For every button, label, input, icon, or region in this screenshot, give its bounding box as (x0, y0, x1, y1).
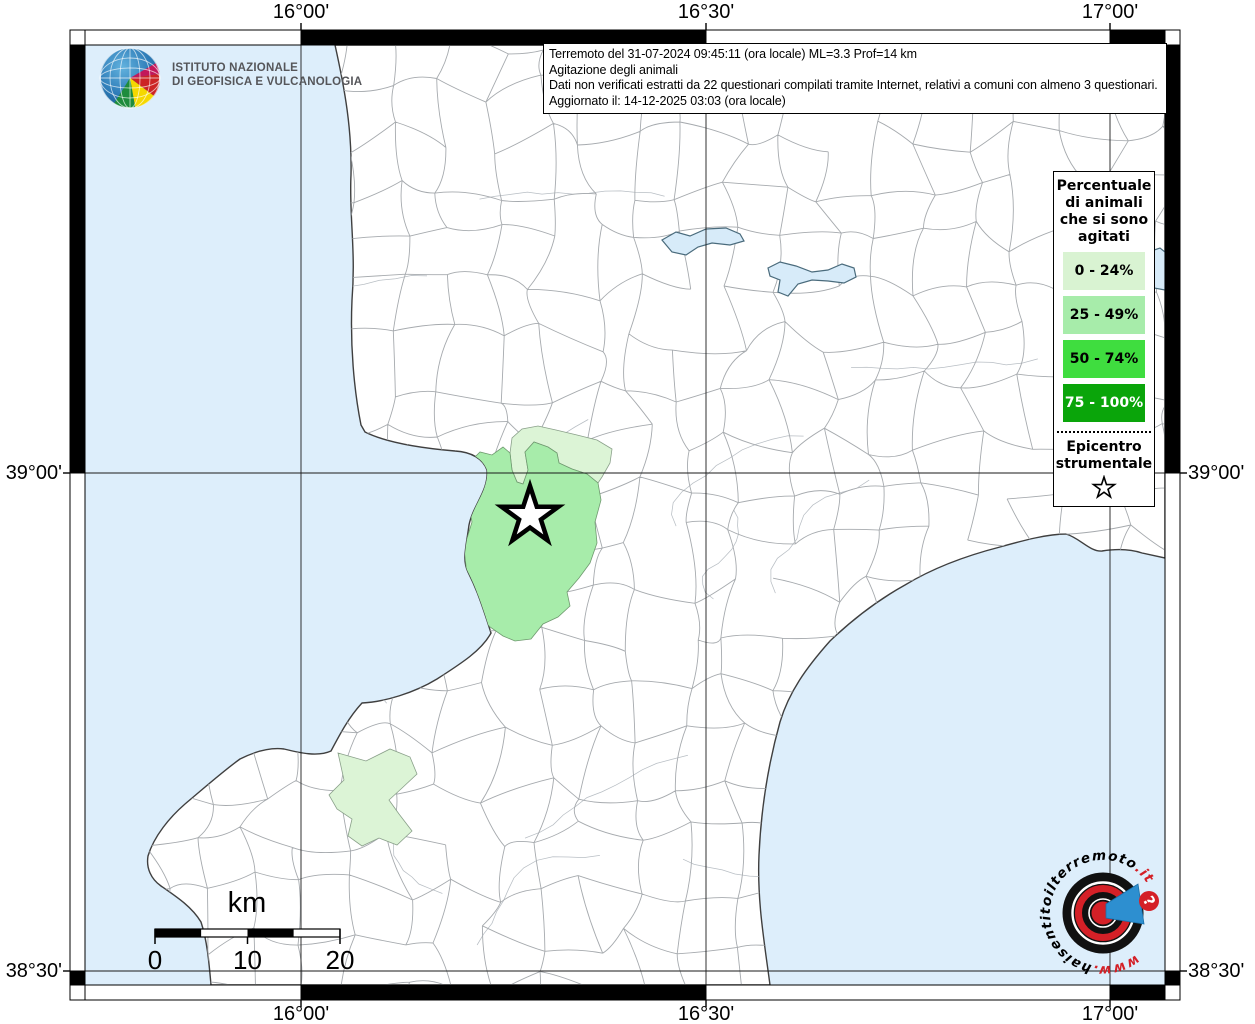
axis-label-top-17-00: 17°00' (1081, 1, 1139, 23)
legend-item-50-74: 50 - 74% (1063, 340, 1145, 378)
event-info-box: Terremoto del 31-07-2024 09:45:11 (ora l… (543, 43, 1167, 115)
legend-panel: Percentuale di animali che si sono agita… (1053, 171, 1155, 507)
scale-unit-label: km (228, 887, 267, 919)
event-updated-note: Aggiornato il: 14-12-2025 03:03 (ora loc… (549, 93, 786, 108)
legend-epicenter-label: strumentale (1055, 456, 1153, 472)
ingv-globe-icon (99, 47, 161, 109)
map-page: km 0 10 20 ? www.haisentitoilterremoto.i… (0, 0, 1255, 1024)
axis-label-bottom-17-00: 17°00' (1081, 1003, 1139, 1024)
legend-title-line: agitati (1078, 229, 1130, 245)
axis-label-top-16-30: 16°30' (677, 1, 735, 23)
legend-item-25-49: 25 - 49% (1063, 296, 1145, 334)
map-canvas: km 0 10 20 ? www.haisentitoilterremoto.i… (85, 45, 1165, 985)
scale-tick-10: 10 (233, 945, 262, 975)
ingv-name-line2: DI GEOFISICA E VULCANOLOGIA (172, 76, 363, 88)
event-data-note: Dati non verificati estratti da 22 quest… (549, 78, 1158, 93)
ingv-logo: ISTITUTO NAZIONALE DI GEOFISICA E VULCAN… (98, 46, 362, 110)
axis-label-left-38-30: 38°30' (5, 960, 62, 982)
legend-title-line: di animali (1065, 195, 1143, 211)
scale-tick-0: 0 (148, 945, 162, 975)
scale-tick-20: 20 (326, 945, 355, 975)
legend-divider (1057, 431, 1151, 433)
axis-label-bottom-16-30: 16°30' (677, 1003, 735, 1024)
event-subtitle: Agitazione degli animali (549, 62, 678, 77)
legend-star-icon (1054, 475, 1154, 500)
axis-label-bottom-16-00: 16°00' (272, 1003, 330, 1024)
axis-label-left-39-00: 39°00' (5, 462, 62, 484)
axis-label-top-16-00: 16°00' (272, 1, 330, 23)
legend-item-75-100: 75 - 100% (1063, 384, 1145, 422)
legend-title-line: che si sono (1059, 212, 1149, 228)
legend-item-0-24: 0 - 24% (1063, 252, 1145, 290)
legend-title-line: Percentuale (1056, 178, 1152, 194)
legend-epicenter-label: Epicentro (1066, 439, 1142, 455)
axis-label-right-38-30: 38°30' (1188, 960, 1245, 982)
axis-label-right-39-00: 39°00' (1188, 462, 1245, 484)
ingv-name-line1: ISTITUTO NAZIONALE (172, 62, 299, 74)
event-title: Terremoto del 31-07-2024 09:45:11 (ora l… (549, 47, 917, 61)
